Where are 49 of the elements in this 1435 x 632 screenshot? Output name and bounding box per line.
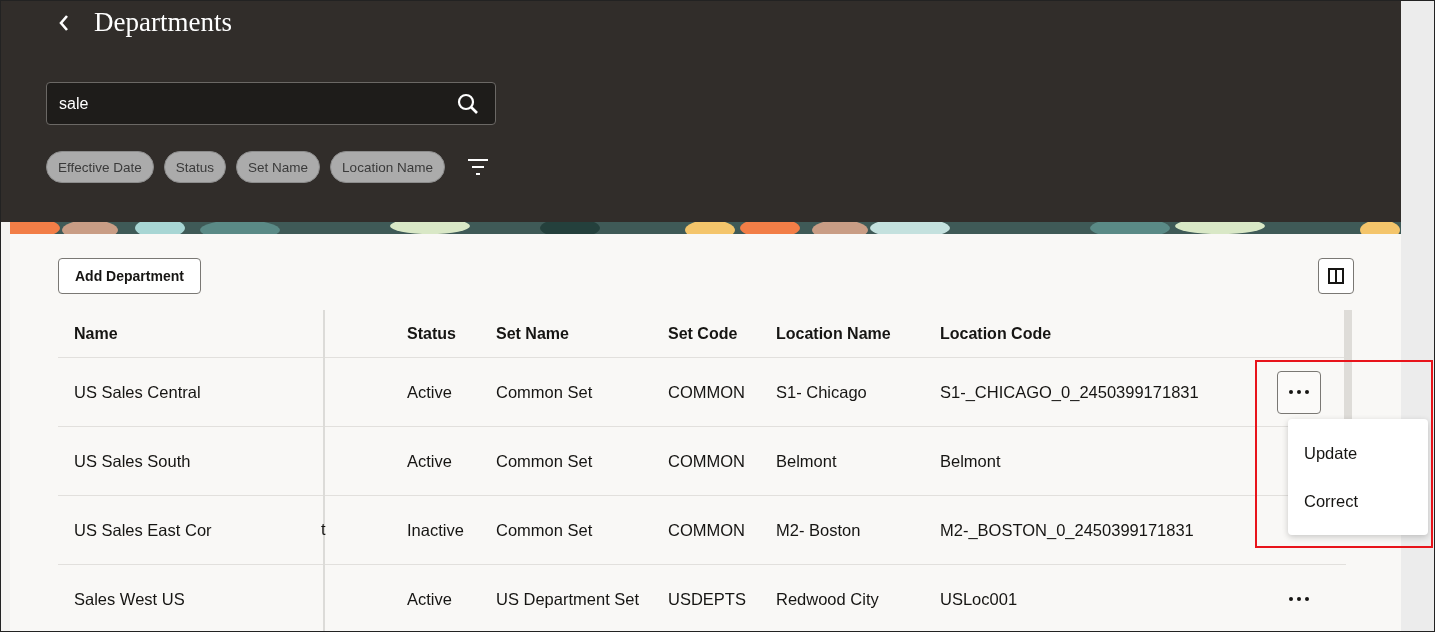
filter-chip[interactable]: Set Name: [236, 151, 321, 183]
column-header[interactable]: Status: [407, 324, 496, 343]
menu-item[interactable]: Correct: [1288, 477, 1428, 525]
column-header[interactable]: Name: [58, 324, 323, 343]
table-cell-text: Common Set: [496, 382, 594, 402]
columns-icon: [1328, 268, 1344, 284]
scrollbar[interactable]: [1344, 310, 1352, 420]
table-cell-text: Active: [407, 382, 453, 402]
column-header[interactable]: Location Code: [940, 324, 1251, 343]
column-header[interactable]: Set Code: [668, 324, 776, 343]
table-cell-text: Active: [407, 451, 453, 471]
table-cell-text: S1-_CHICAGO_0_2450399171831: [940, 382, 1200, 402]
column-header[interactable]: Location Name: [776, 324, 940, 343]
ellipsis-icon: [1288, 390, 1309, 394]
table-cell-text: Belmont: [940, 451, 1002, 471]
more-actions-button[interactable]: [1276, 370, 1321, 414]
table-cell-text: US Sales Central: [73, 382, 202, 402]
table-cell-text: USLoc001: [940, 589, 1019, 609]
filter-chip[interactable]: Location Name: [330, 151, 445, 183]
column-header[interactable]: Set Name: [496, 324, 668, 343]
table-cell-text: S1- Chicago: [776, 382, 868, 402]
table-cell-text: US Sales South: [73, 451, 192, 471]
table-cell-text: COMMON: [668, 451, 746, 471]
search-icon[interactable]: [457, 92, 479, 115]
table-cell-text: COMMON: [668, 382, 746, 402]
add-department-button[interactable]: Add Department: [58, 258, 201, 294]
filter-chip[interactable]: Status: [163, 151, 227, 183]
table-cell-text: Belmont: [776, 451, 838, 471]
menu-item[interactable]: Update: [1288, 429, 1428, 477]
table-cell-text: Common Set: [496, 451, 594, 471]
columns-button[interactable]: [1318, 258, 1354, 294]
table-cell-text: USDEPTS: [668, 589, 747, 609]
back-icon[interactable]: [58, 13, 70, 32]
table-cell-text: Common Set: [496, 520, 594, 540]
page-title: Departments: [94, 7, 232, 38]
filter-chip[interactable]: Effective Date: [46, 151, 154, 183]
table-cell-text: Sales West US: [73, 589, 186, 609]
search-field[interactable]: sale: [46, 82, 496, 125]
table-cell-text: Active: [407, 589, 453, 609]
table-cell-text: Inactive: [407, 520, 465, 540]
table-cell-text: COMMON: [668, 520, 746, 540]
table-cell-text: M2-_BOSTON_0_2450399171831: [940, 520, 1195, 540]
table-cell-text: Redwood City: [776, 589, 880, 609]
table-cell-text: M2- Boston: [776, 520, 862, 540]
ellipsis-icon: [1288, 597, 1309, 601]
table-cell: t: [321, 520, 326, 539]
filter-icon[interactable]: [466, 158, 489, 176]
table-cell-text: US Department Set: [496, 589, 641, 609]
table-cell-text: US Sales East Cor: [73, 520, 213, 540]
